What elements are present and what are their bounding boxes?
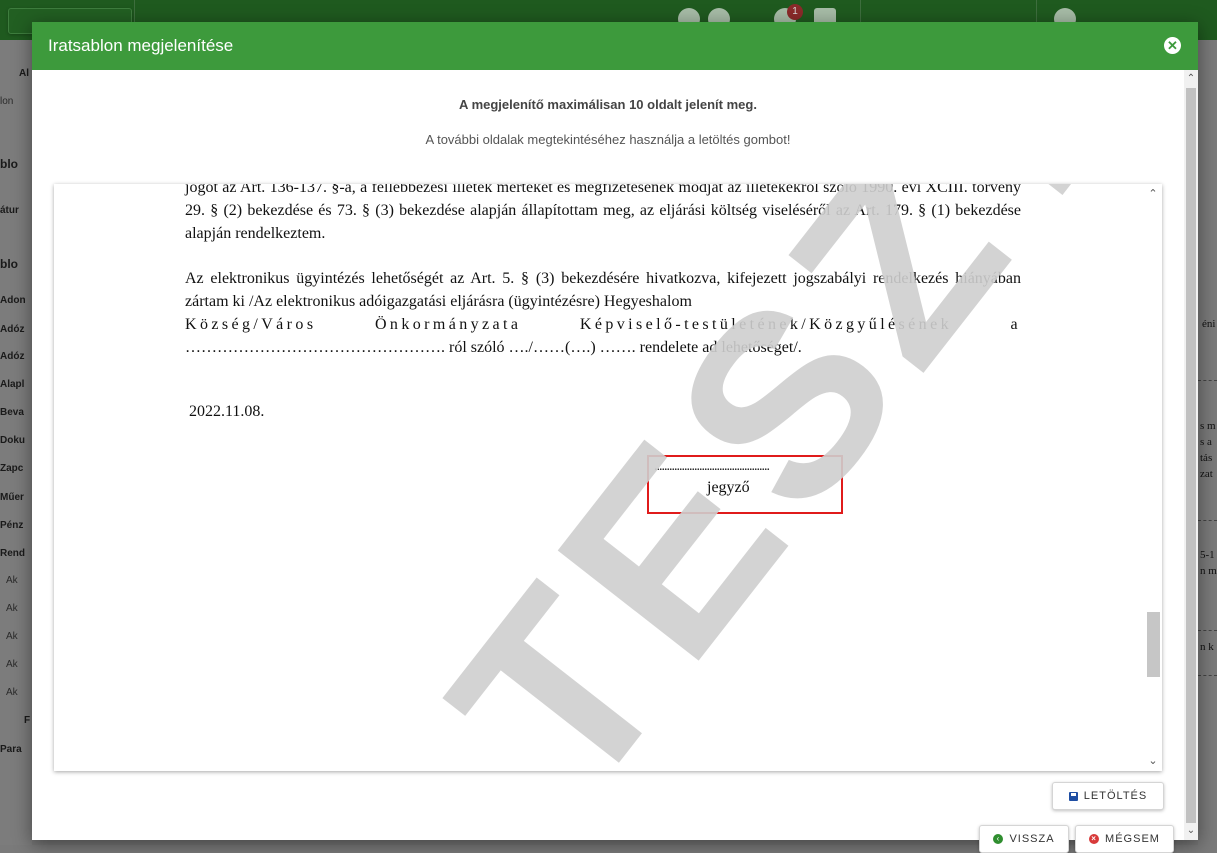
template-preview-modal: Iratsablon megjelenítése ✕ A megjelenítő… [32,22,1198,853]
scroll-down-icon[interactable]: ⌄ [1184,824,1198,838]
right-label: zat [1200,468,1213,480]
document-paragraph-line: …………………………………………. ról szóló …./……(….) ……… [185,339,802,356]
save-icon [1068,791,1078,801]
divider [1198,675,1217,676]
sidebar-label[interactable]: Zapc [0,463,32,474]
sidebar-label[interactable]: Adóz [0,324,32,335]
right-label: s a [1200,436,1212,448]
scroll-up-icon[interactable]: ⌃ [1184,72,1198,86]
cancel-button[interactable]: × MÉGSEM [1075,825,1174,853]
page-limit-notice: A megjelenítő maximálisan 10 oldalt jele… [459,97,757,112]
right-label: n k [1200,641,1214,653]
divider [1198,630,1217,631]
signature-highlight-box: ........................................… [647,455,843,514]
sidebar-label[interactable]: Doku [0,435,32,446]
download-button-label: LETÖLTÉS [1083,790,1148,802]
document-viewport: jogot az Art. 136-137. §-a, a fellebbezé… [54,184,1144,771]
right-label: éni [1202,318,1216,330]
scrollbar-thumb[interactable] [1147,612,1160,677]
modal-header: Iratsablon megjelenítése ✕ [32,22,1198,70]
document-paragraph: jogot az Art. 136-137. §-a, a fellebbezé… [185,184,1021,242]
sidebar-label: átur [0,205,19,216]
modal-body: A megjelenítő maximálisan 10 oldalt jele… [32,70,1198,853]
download-hint-notice: A további oldalak megtekintéséhez haszná… [425,132,791,147]
sidebar-label: lon [0,96,14,107]
cancel-button-label: MÉGSEM [1105,833,1160,845]
close-icon[interactable]: ✕ [1164,37,1181,54]
preview-scrollbar[interactable]: ⌃ ⌄ [1144,184,1162,771]
background-sidebar: Al lon blo átur blo Adon Adóz Adóz Alapl… [0,40,32,845]
document-text: jogot az Art. 136-137. §-a, a fellebbezé… [185,184,1021,359]
sidebar-label[interactable]: Adóz [0,351,32,362]
sidebar-label: blo [0,157,18,171]
modal-scrollbar[interactable]: ⌃ ⌄ [1184,70,1198,840]
sidebar-label[interactable]: Adon [0,295,32,306]
sidebar-label[interactable]: Beva [0,407,32,418]
sidebar-label[interactable]: Alapl [0,379,32,390]
background-right-panel: éni s m s a tás zat 5-1 n m n k [1198,40,1217,845]
document-preview: jogot az Art. 136-137. §-a, a fellebbezé… [54,184,1162,771]
back-button-label: VISSZA [1009,833,1055,845]
document-paragraph: Az elektronikus ügyintézés lehetőségét a… [185,270,1021,310]
right-label: 5-1 [1200,549,1215,561]
sidebar-label[interactable]: Rend [0,548,32,559]
back-icon: ‹ [993,834,1004,844]
scroll-up-icon[interactable]: ⌃ [1144,186,1162,202]
notification-badge: 1 [787,4,803,20]
right-label: n m [1200,565,1217,577]
document-paragraph-line: Község/Város Önkormányzata Képviselő-tes… [185,316,1021,333]
sidebar-label[interactable]: Pénz [0,520,32,531]
signature-title: jegyző [707,479,750,496]
divider [1198,380,1217,381]
cancel-icon: × [1089,834,1100,844]
sidebar-label: blo [0,257,18,271]
modal-title: Iratsablon megjelenítése [48,36,234,55]
signature-line: ........................................… [654,459,770,474]
right-label: tás [1200,452,1213,464]
scroll-down-icon[interactable]: ⌄ [1144,753,1162,769]
sidebar-label[interactable]: Para [0,744,32,755]
scrollbar-thumb[interactable] [1186,88,1196,823]
divider [1198,520,1217,521]
sidebar-label[interactable]: Műer [0,492,32,503]
back-button[interactable]: ‹ VISSZA [979,825,1069,853]
right-label: s m [1200,420,1216,432]
document-date: 2022.11.08. [189,403,265,420]
download-button[interactable]: LETÖLTÉS [1052,782,1164,810]
